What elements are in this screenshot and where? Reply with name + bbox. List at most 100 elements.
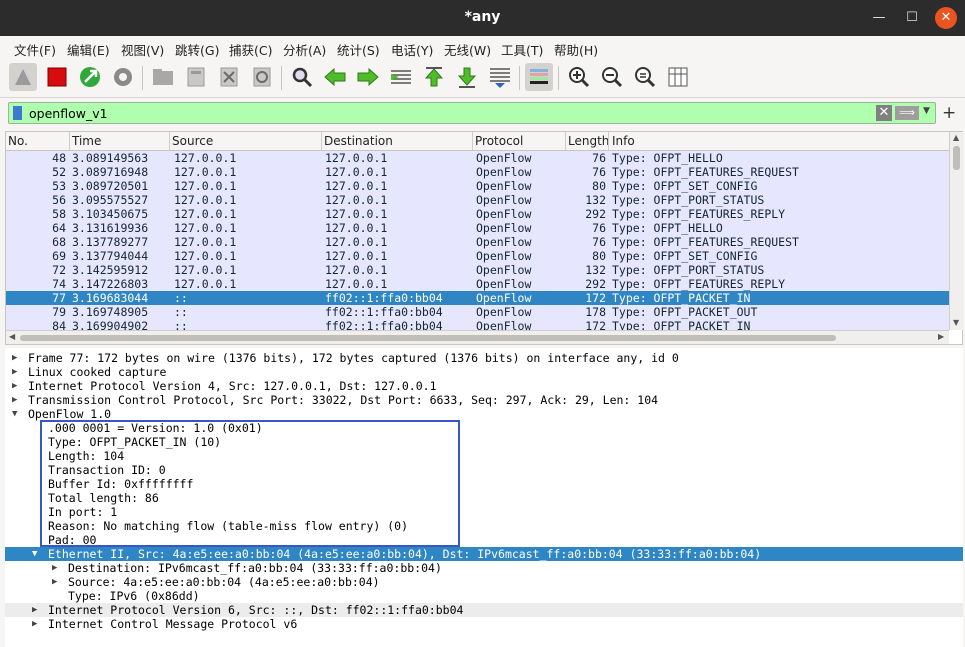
packet-list-horizontal-scrollbar[interactable]: ◀ ▶ xyxy=(6,330,949,344)
last-packet-icon[interactable] xyxy=(453,63,481,91)
first-packet-icon[interactable] xyxy=(420,63,448,91)
open-file-icon[interactable] xyxy=(149,63,177,91)
column-divider[interactable] xyxy=(169,132,170,150)
table-row[interactable]: 48 3.089149563 127.0.0.1 127.0.0.1 OpenFlow 7… xyxy=(6,151,949,165)
resize-columns-icon[interactable] xyxy=(664,63,692,91)
apply-filter-arrow-icon[interactable]: ⟹ xyxy=(895,106,919,120)
menu-view[interactable]: 视图(V) xyxy=(121,40,164,59)
expand-caret-right-icon[interactable]: ▶ xyxy=(52,561,57,575)
bookmark-icon[interactable] xyxy=(13,106,22,120)
column-divider[interactable] xyxy=(608,132,609,150)
zoom-in-icon[interactable] xyxy=(565,63,593,91)
go-back-icon[interactable] xyxy=(321,63,349,91)
tree-item[interactable]: ▶ Frame 77: 172 bytes on wire (1376 bits)… xyxy=(5,351,963,365)
column-header-length[interactable]: Length xyxy=(568,134,609,148)
cell-protocol: OpenFlow xyxy=(476,277,532,291)
chevron-down-icon[interactable]: ▼ xyxy=(923,106,930,116)
menu-wireless[interactable]: 无线(W) xyxy=(444,40,491,59)
capture-options-gear-icon[interactable] xyxy=(109,63,137,91)
shark-fin-start-icon[interactable] xyxy=(9,63,37,91)
tree-item[interactable]: ▶ Internet Protocol Version 6, Src: ::, D… xyxy=(5,603,963,617)
column-header-time[interactable]: Time xyxy=(72,134,101,148)
table-row-selected[interactable]: 77 3.169683044:: ff02::1:ffa0:bb04 OpenFlow… xyxy=(6,291,949,305)
table-row[interactable]: 74 3.147226803 127.0.0.1 127.0.0.1 OpenFlow 2… xyxy=(6,277,949,291)
scroll-left-icon[interactable]: ◀ xyxy=(9,332,15,341)
menu-analyze[interactable]: 分析(A) xyxy=(283,40,326,59)
clear-filter-icon[interactable]: ✕ xyxy=(876,105,892,121)
reload-file-icon[interactable] xyxy=(248,63,276,91)
tree-item[interactable]: ▶ Linux cooked capture xyxy=(5,365,963,379)
menu-tools[interactable]: 工具(T) xyxy=(501,40,543,59)
menu-capture[interactable]: 捕获(C) xyxy=(229,40,272,59)
colorize-packets-icon[interactable] xyxy=(525,63,553,91)
table-row[interactable]: 53 3.089720501 127.0.0.1 127.0.0.1 OpenFlow 8… xyxy=(6,179,949,193)
table-row[interactable]: 68 3.137789277 127.0.0.1 127.0.0.1 OpenFlow 7… xyxy=(6,235,949,249)
add-filter-button-plus-icon[interactable]: + xyxy=(942,103,956,123)
expand-caret-down-icon[interactable]: ▼ xyxy=(12,407,17,421)
expand-caret-right-icon[interactable]: ▶ xyxy=(12,365,17,379)
minimize-icon[interactable]: — xyxy=(868,7,890,29)
zoom-out-icon[interactable] xyxy=(598,63,626,91)
table-row[interactable]: 56 3.095575527 127.0.0.1 127.0.0.1 OpenFlow 1… xyxy=(6,193,949,207)
find-packet-icon[interactable] xyxy=(288,63,316,91)
table-row[interactable]: 72 3.142595912 127.0.0.1 127.0.0.1 OpenFlow 1… xyxy=(6,263,949,277)
restart-capture-icon[interactable] xyxy=(76,63,104,91)
maximize-icon[interactable]: ☐ xyxy=(901,7,923,29)
packet-list-vertical-scrollbar[interactable]: ▲ ▼ xyxy=(949,132,963,330)
expand-caret-right-icon[interactable]: ▶ xyxy=(12,379,17,393)
normal-size-icon[interactable] xyxy=(631,63,659,91)
close-icon[interactable]: ✕ xyxy=(935,7,957,29)
scroll-right-icon[interactable]: ▶ xyxy=(938,332,944,341)
menu-telephony[interactable]: 电话(Y) xyxy=(391,40,433,59)
cell-info: Type: OFPT_HELLO xyxy=(612,221,723,235)
scroll-down-icon[interactable]: ▼ xyxy=(953,318,959,327)
display-filter-input[interactable]: openflow_v1 xyxy=(29,106,108,121)
column-divider[interactable] xyxy=(321,132,322,150)
auto-scroll-icon[interactable] xyxy=(486,63,514,91)
close-file-icon[interactable] xyxy=(215,63,243,91)
menu-go[interactable]: 跳转(G) xyxy=(175,40,219,59)
go-to-packet-icon[interactable] xyxy=(387,63,415,91)
tree-item[interactable]: ▶ Internet Control Message Protocol v6 xyxy=(5,617,963,631)
tree-item[interactable]: ▶ Transmission Control Protocol, Src Port… xyxy=(5,393,963,407)
table-row[interactable]: 58 3.103450675 127.0.0.1 127.0.0.1 OpenFlow 2… xyxy=(6,207,949,221)
menu-edit[interactable]: 编辑(E) xyxy=(67,40,110,59)
menu-help[interactable]: 帮助(H) xyxy=(554,40,598,59)
column-header-protocol[interactable]: Protocol xyxy=(475,134,523,148)
expand-caret-right-icon[interactable]: ▶ xyxy=(12,393,17,407)
expand-caret-right-icon[interactable]: ▶ xyxy=(52,575,57,589)
tree-item[interactable]: Type: IPv6 (0x86dd) xyxy=(5,589,963,603)
expand-caret-down-icon[interactable]: ▼ xyxy=(32,547,37,561)
tree-item[interactable]: ▼ OpenFlow 1.0 xyxy=(5,407,963,421)
cell-time: 3.103450675 xyxy=(72,207,149,221)
tree-item[interactable]: ▶ Source: 4a:e5:ee:a0:bb:04 (4a:e5:ee:a0:… xyxy=(5,575,963,589)
main-toolbar xyxy=(0,58,965,98)
cell-info: Type: OFPT_PACKET_IN xyxy=(612,291,751,305)
table-row[interactable]: 79 3.169748905:: ff02::1:ffa0:bb04 OpenFlow… xyxy=(6,305,949,319)
menu-statistics[interactable]: 统计(S) xyxy=(337,40,380,59)
column-header-no[interactable]: No. xyxy=(8,134,28,148)
stop-capture-icon[interactable] xyxy=(43,63,71,91)
column-header-info[interactable]: Info xyxy=(612,134,635,148)
tree-item-selected[interactable]: ▼ Ethernet II, Src: 4a:e5:ee:a0:bb:04 (4a… xyxy=(5,547,963,561)
save-file-icon[interactable] xyxy=(182,63,210,91)
column-divider[interactable] xyxy=(472,132,473,150)
column-header-source[interactable]: Source xyxy=(172,134,213,148)
table-row[interactable]: 52 3.089716948 127.0.0.1 127.0.0.1 OpenFlow 7… xyxy=(6,165,949,179)
scroll-up-icon[interactable]: ▲ xyxy=(953,133,959,142)
scrollbar-thumb[interactable] xyxy=(953,146,960,170)
column-header-destination[interactable]: Destination xyxy=(324,134,393,148)
expand-caret-right-icon[interactable]: ▶ xyxy=(32,617,37,631)
tree-item[interactable]: ▶ Destination: IPv6mcast_ff:a0:bb:04 (33:… xyxy=(5,561,963,575)
go-forward-icon[interactable] xyxy=(354,63,382,91)
table-row[interactable]: 64 3.131619936 127.0.0.1 127.0.0.1 OpenFlow 7… xyxy=(6,221,949,235)
table-row[interactable]: 69 3.137794044 127.0.0.1 127.0.0.1 OpenFlow 8… xyxy=(6,249,949,263)
tree-item[interactable]: ▶ Internet Protocol Version 4, Src: 127.0… xyxy=(5,379,963,393)
column-divider[interactable] xyxy=(69,132,70,150)
menu-file[interactable]: 文件(F) xyxy=(14,40,56,59)
column-divider[interactable] xyxy=(565,132,566,150)
expand-caret-right-icon[interactable]: ▶ xyxy=(32,603,37,617)
display-filter-bar[interactable]: openflow_v1 ✕ ⟹ ▼ xyxy=(8,102,936,124)
expand-caret-right-icon[interactable]: ▶ xyxy=(12,351,17,365)
scrollbar-thumb[interactable] xyxy=(20,335,836,341)
